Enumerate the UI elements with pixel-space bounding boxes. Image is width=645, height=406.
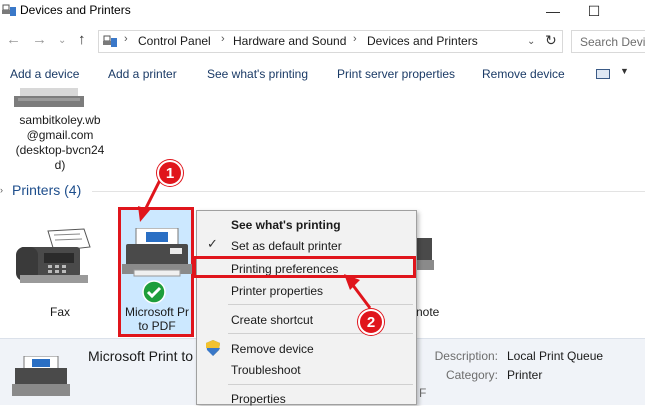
- user-device-label[interactable]: sambitkoley.wb @gmail.com (desktop-bvcn2…: [10, 113, 110, 173]
- onenote-printer-icon[interactable]: [416, 228, 434, 278]
- description-label: Description:: [434, 349, 498, 363]
- breadcrumb-separator-icon: ›: [221, 33, 225, 45]
- group-collapse-chevron-icon[interactable]: ›: [0, 185, 3, 195]
- user-device-label-line: @gmail.com: [26, 128, 94, 142]
- control-panel-location-icon: [103, 35, 117, 47]
- refresh-icon[interactable]: ↻: [545, 32, 557, 49]
- pdf-printer-label-line: Microsoft Pr: [124, 305, 189, 319]
- menu-item-troubleshoot[interactable]: Troubleshoot: [231, 363, 301, 377]
- default-printer-check-icon: [142, 280, 166, 304]
- back-arrow-icon[interactable]: ←: [6, 31, 21, 48]
- fax-label[interactable]: Fax: [40, 305, 80, 319]
- devices-printers-icon: [2, 4, 16, 16]
- search-input[interactable]: Search Devi...: [571, 30, 645, 53]
- printers-group-header[interactable]: Printers (4): [12, 182, 81, 198]
- checkmark-icon: ✓: [207, 236, 218, 251]
- menu-separator: [228, 333, 413, 334]
- change-view-icon[interactable]: [596, 69, 610, 79]
- details-device-name: Microsoft Print to I: [88, 348, 201, 364]
- menu-item-printer-properties[interactable]: Printer properties: [231, 284, 323, 298]
- menu-separator: [228, 384, 413, 385]
- user-device-label-line: sambitkoley.wb: [19, 113, 101, 127]
- breadcrumb-devices-and-printers[interactable]: Devices and Printers: [367, 34, 478, 48]
- maximize-button[interactable]: ☐: [574, 0, 614, 22]
- window-title: Devices and Printers: [20, 3, 131, 17]
- user-device-label-line: (desktop-bvcn24: [15, 143, 105, 157]
- view-options-chevron-icon[interactable]: ▼: [620, 66, 629, 76]
- forward-arrow-icon[interactable]: →: [32, 31, 47, 48]
- menu-item-properties[interactable]: Properties: [231, 392, 286, 406]
- minimize-button[interactable]: —: [533, 0, 573, 22]
- callout-badge-one: 1: [157, 160, 183, 186]
- breadcrumb-hardware-and-sound[interactable]: Hardware and Sound: [233, 34, 346, 48]
- onenote-printer-label[interactable]: note: [416, 305, 439, 319]
- user-device-label-line: d): [54, 158, 66, 172]
- remove-device-button[interactable]: Remove device: [482, 67, 565, 81]
- pdf-printer-label[interactable]: Microsoft Pr to PDF: [121, 305, 193, 333]
- fax-icon[interactable]: [14, 225, 100, 287]
- pdf-printer-icon[interactable]: [122, 228, 192, 284]
- description-value: Local Print Queue: [507, 349, 604, 363]
- print-server-properties-button[interactable]: Print server properties: [337, 67, 455, 81]
- recent-locations-chevron-icon[interactable]: ⌄: [58, 35, 66, 46]
- category-label: Category:: [445, 368, 498, 382]
- menu-item-create-shortcut[interactable]: Create shortcut: [231, 313, 313, 327]
- uac-shield-icon: [206, 340, 220, 356]
- pdf-printer-label-line: to PDF: [138, 319, 176, 333]
- details-fragment-text: F: [419, 386, 427, 400]
- menu-item-remove-device[interactable]: Remove device: [231, 342, 314, 356]
- see-whats-printing-button[interactable]: See what's printing: [207, 67, 308, 81]
- menu-item-set-default-printer[interactable]: Set as default printer: [231, 239, 342, 253]
- add-printer-button[interactable]: Add a printer: [108, 67, 177, 81]
- up-arrow-icon[interactable]: ↑: [78, 31, 86, 48]
- details-printer-icon: [12, 356, 70, 396]
- breadcrumb-control-panel[interactable]: Control Panel: [138, 34, 211, 48]
- menu-item-see-whats-printing[interactable]: See what's printing: [231, 218, 341, 232]
- callout-badge-two: 2: [358, 309, 384, 335]
- address-dropdown-chevron-icon[interactable]: ⌄: [527, 36, 535, 47]
- breadcrumb-separator-icon: ›: [353, 33, 357, 45]
- add-device-button[interactable]: Add a device: [10, 67, 79, 81]
- computer-device-icon[interactable]: [14, 88, 84, 108]
- category-value: Printer: [507, 368, 543, 382]
- breadcrumb-separator-icon: ›: [124, 33, 128, 45]
